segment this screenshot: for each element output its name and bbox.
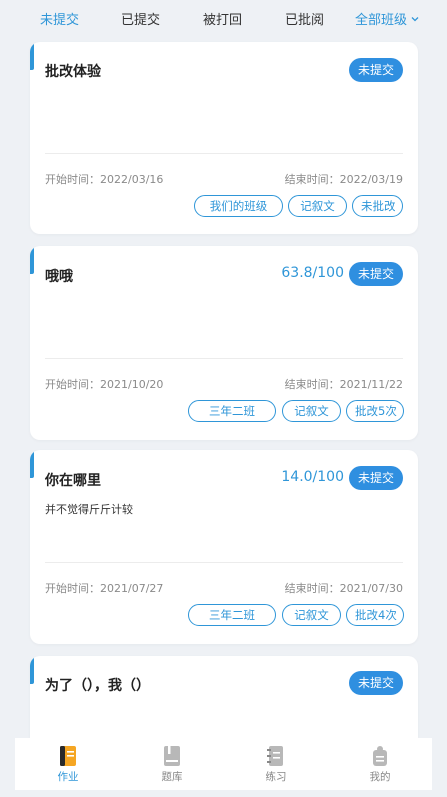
- nav-label: 作业: [57, 771, 79, 783]
- end-time: 结束时间：2021/07/30: [285, 580, 403, 596]
- end-time-value: 2021/07/30: [339, 582, 403, 595]
- class-filter-label: 全部班级: [355, 13, 408, 28]
- nav-question-bank[interactable]: 题库: [142, 738, 202, 790]
- end-time-label: 结束时间：: [284, 582, 340, 595]
- assignment-title: 你在哪里: [45, 473, 101, 489]
- end-time-label: 结束时间：: [284, 173, 340, 186]
- tab-returned[interactable]: 被打回: [203, 9, 242, 28]
- genre-tag: 记叙文: [288, 195, 347, 217]
- start-time: 开始时间：2021/10/20: [45, 376, 163, 392]
- status-filter-tabs: 未提交 已提交 被打回 已批阅 全部班级: [0, 0, 447, 34]
- card-accent-bar: [30, 42, 34, 70]
- class-tag: 我们的班级: [194, 195, 283, 217]
- nav-label: 练习: [265, 771, 287, 783]
- nav-profile[interactable]: 我的: [350, 738, 410, 790]
- assignment-card[interactable]: 为了（），我（） 未提交: [30, 656, 418, 738]
- tab-submitted[interactable]: 已提交: [121, 9, 160, 28]
- status-badge: 未提交: [348, 58, 403, 82]
- nav-practice[interactable]: 练习: [246, 738, 306, 790]
- bottom-navigation: 作业 题库 练习 我的: [15, 738, 432, 790]
- profile-icon: [373, 746, 387, 766]
- review-count-tag: 批改4次: [346, 604, 404, 626]
- end-time-label: 结束时间：: [284, 378, 340, 391]
- assignment-description: 并不觉得斤斤计较: [45, 503, 133, 516]
- divider: [45, 153, 403, 154]
- practice-icon: [267, 746, 283, 766]
- assignment-card[interactable]: 批改体验 未提交 开始时间：2022/03/16 结束时间：2022/03/19…: [30, 42, 418, 234]
- class-filter-dropdown[interactable]: 全部班级: [355, 9, 420, 28]
- start-time-value: 2022/03/16: [100, 173, 164, 186]
- end-time-value: 2022/03/19: [339, 173, 403, 186]
- assignment-score: 14.0/100: [281, 469, 344, 485]
- assignment-title: 哦哦: [45, 269, 73, 285]
- start-time: 开始时间：2022/03/16: [45, 171, 163, 187]
- question-bank-icon: [164, 746, 180, 766]
- class-tag: 三年二班: [188, 400, 276, 422]
- review-count-tag: 未批改: [352, 195, 403, 217]
- card-accent-bar: [30, 450, 34, 478]
- homework-icon: [60, 746, 76, 766]
- assignment-card[interactable]: 哦哦 63.8/100 未提交 开始时间：2021/10/20 结束时间：202…: [30, 246, 418, 440]
- divider: [45, 562, 403, 563]
- assignment-title: 批改体验: [45, 64, 101, 80]
- end-time: 结束时间：2021/11/22: [285, 376, 403, 392]
- assignment-title: 为了（），我（）: [45, 678, 150, 694]
- nav-homework[interactable]: 作业: [38, 738, 98, 790]
- start-time-value: 2021/07/27: [100, 582, 164, 595]
- end-time-value: 2021/11/22: [339, 378, 403, 391]
- tab-reviewed[interactable]: 已批阅: [285, 9, 324, 28]
- start-time-label: 开始时间：: [45, 378, 100, 391]
- divider: [45, 358, 403, 359]
- card-accent-bar: [30, 656, 34, 684]
- start-time-value: 2021/10/20: [100, 378, 164, 391]
- card-accent-bar: [30, 246, 34, 274]
- nav-label: 我的: [369, 771, 391, 783]
- assignment-score: 63.8/100: [281, 265, 344, 281]
- class-tag: 三年二班: [188, 604, 276, 626]
- assignment-card[interactable]: 你在哪里 并不觉得斤斤计较 14.0/100 未提交 开始时间：2021/07/…: [30, 450, 418, 644]
- genre-tag: 记叙文: [282, 604, 341, 626]
- status-badge: 未提交: [348, 262, 403, 286]
- tab-unsubmitted[interactable]: 未提交: [40, 9, 79, 28]
- start-time-label: 开始时间：: [45, 582, 100, 595]
- end-time: 结束时间：2022/03/19: [285, 171, 403, 187]
- review-count-tag: 批改5次: [346, 400, 404, 422]
- nav-label: 题库: [161, 771, 183, 783]
- status-badge: 未提交: [348, 466, 403, 490]
- homework-list-page: 未提交 已提交 被打回 已批阅 全部班级 批改体验 未提交 开始时间：2022/…: [0, 0, 447, 797]
- start-time: 开始时间：2021/07/27: [45, 580, 163, 596]
- start-time-label: 开始时间：: [45, 173, 100, 186]
- chevron-down-icon: [411, 16, 419, 21]
- status-badge: 未提交: [348, 671, 403, 695]
- genre-tag: 记叙文: [282, 400, 341, 422]
